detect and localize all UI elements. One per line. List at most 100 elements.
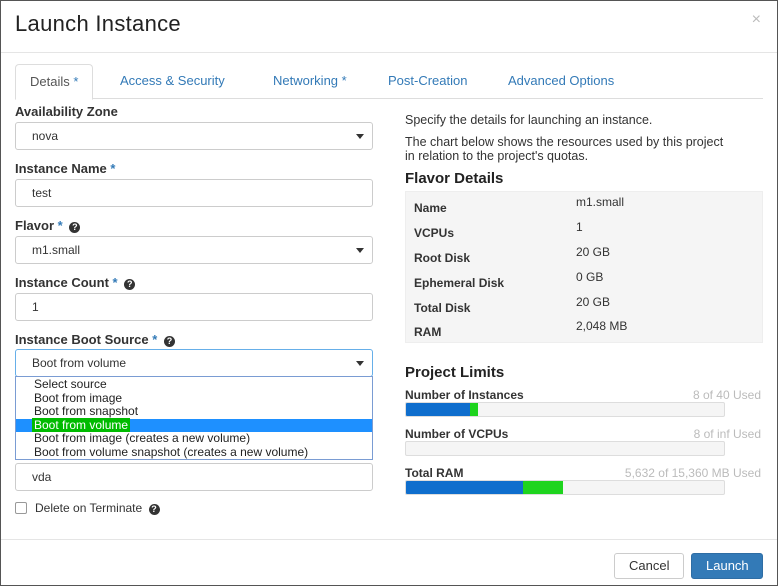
row-value: 1 <box>576 220 583 234</box>
tab-details[interactable]: Details * <box>15 64 94 100</box>
caret-down-icon <box>356 134 364 139</box>
delete-on-terminate-row: Delete on Terminate ? <box>15 501 160 515</box>
row-key: Total Disk <box>414 301 471 315</box>
dropdown-option[interactable]: Boot from image (creates a new volume) <box>16 432 372 446</box>
instance-count-label: Instance Count * ? <box>15 275 136 290</box>
table-row: Root Disk 20 GB <box>406 245 762 270</box>
question-circle-icon[interactable]: ? <box>124 279 136 290</box>
tab-label: Post-Creation <box>388 73 468 88</box>
delete-on-terminate-checkbox[interactable] <box>15 502 27 514</box>
required-marker: * <box>112 275 118 290</box>
launch-button[interactable]: Launch <box>691 553 763 579</box>
limit-vcpus-value: 8 of inf Used <box>693 427 761 441</box>
label-text: Instance Boot Source <box>15 332 149 347</box>
checkbox-label: Delete on Terminate <box>35 501 143 515</box>
dropdown-option[interactable]: Boot from snapshot <box>16 405 372 419</box>
label-text: Instance Count <box>15 275 109 290</box>
limit-ram-bar <box>405 480 725 495</box>
label-text: Availability Zone <box>15 104 118 119</box>
launch-instance-modal: Launch Instance × Details * Access & Sec… <box>0 0 778 586</box>
question-circle-icon[interactable]: ? <box>148 504 160 515</box>
bar-used <box>406 403 470 416</box>
instance-name-input[interactable]: test <box>15 179 373 207</box>
caret-down-icon <box>356 361 364 366</box>
row-value: m1.small <box>576 195 625 209</box>
tab-networking[interactable]: Networking * <box>259 64 361 99</box>
question-circle-icon[interactable]: ? <box>163 336 175 347</box>
instance-name-label: Instance Name * <box>15 161 115 176</box>
intro-text: Specify the details for launching an ins… <box>405 113 653 127</box>
limit-instances-bar <box>405 402 725 417</box>
tab-advanced-options[interactable]: Advanced Options <box>494 64 628 99</box>
limit-instances-label: Number of Instances <box>405 388 524 402</box>
row-key: VCPUs <box>414 226 455 240</box>
required-marker: * <box>57 218 63 233</box>
row-value: 20 GB <box>576 245 611 259</box>
row-value: 2,048 MB <box>576 319 628 333</box>
project-limits-title: Project Limits <box>405 364 505 381</box>
limit-instances-value: 8 of 40 Used <box>692 388 761 402</box>
table-row: RAM 2,048 MB <box>406 319 762 344</box>
availability-zone-label: Availability Zone <box>15 104 118 119</box>
required-marker: * <box>341 73 347 88</box>
modal-footer: Cancel Launch <box>1 539 777 586</box>
tab-label: Advanced Options <box>508 73 615 88</box>
row-value: 0 GB <box>576 270 604 284</box>
table-row: VCPUs 1 <box>406 220 762 245</box>
limit-vcpus-label: Number of VCPUs <box>405 427 509 441</box>
boot-source-dropdown: Select source Boot from image Boot from … <box>15 376 373 460</box>
modal-title: Launch Instance <box>15 11 181 36</box>
limit-ram-label: Total RAM <box>405 466 464 480</box>
boot-source-select[interactable]: Boot from volume <box>15 349 373 377</box>
row-key: Name <box>414 201 447 215</box>
flavor-label: Flavor * ? <box>15 218 81 233</box>
table-row: Total Disk 20 GB <box>406 295 762 320</box>
flavor-details-title: Flavor Details <box>405 170 504 187</box>
select-value: m1.small <box>32 243 81 257</box>
flavor-details-table: Name m1.small VCPUs 1 Root Disk 20 GB Ep… <box>405 191 763 343</box>
input-value: test <box>32 186 52 200</box>
dropdown-option[interactable]: Boot from volume snapshot (creates a new… <box>16 445 372 460</box>
dropdown-option[interactable]: Boot from image <box>16 391 372 406</box>
table-row: Ephemeral Disk 0 GB <box>406 270 762 295</box>
tab-label: Networking <box>273 73 339 88</box>
tab-label: Access & Security <box>120 73 225 88</box>
tab-bar: Details * Access & Security Networking *… <box>15 64 763 100</box>
modal-header: Launch Instance × <box>1 1 777 53</box>
dropdown-option[interactable]: Select source <box>16 378 372 392</box>
limit-vcpus-bar <box>405 441 725 456</box>
caret-down-icon <box>356 248 364 253</box>
bar-used <box>406 481 523 494</box>
row-key: Root Disk <box>414 251 471 265</box>
required-marker: * <box>73 74 79 89</box>
select-value: Boot from volume <box>32 356 127 370</box>
close-icon[interactable]: × <box>752 11 761 29</box>
chart-note-line2: in relation to the project's quotas. <box>405 149 589 163</box>
chart-note-line1: The chart below shows the resources used… <box>405 135 724 149</box>
dropdown-option-selected[interactable]: Boot from volume <box>16 417 372 432</box>
device-name-input[interactable]: vda <box>15 463 373 491</box>
row-key: RAM <box>414 325 442 339</box>
boot-source-label: Instance Boot Source * ? <box>15 332 175 347</box>
tab-label: Details <box>30 74 70 89</box>
availability-zone-select[interactable]: nova <box>15 122 373 150</box>
select-value: nova <box>32 129 59 143</box>
input-value: vda <box>32 470 52 484</box>
question-circle-icon[interactable]: ? <box>69 222 81 233</box>
instance-count-input[interactable]: 1 <box>15 293 373 321</box>
tab-access-security[interactable]: Access & Security <box>106 64 239 99</box>
row-key: Ephemeral Disk <box>414 276 505 290</box>
label-text: Instance Name <box>15 161 107 176</box>
required-marker: * <box>110 161 116 176</box>
bar-added <box>522 481 564 494</box>
input-value: 1 <box>32 300 39 314</box>
table-row: Name m1.small <box>406 195 762 220</box>
bar-added <box>469 403 478 416</box>
limit-ram-value: 5,632 of 15,360 MB Used <box>624 466 761 480</box>
cancel-button[interactable]: Cancel <box>614 553 684 579</box>
label-text: Flavor <box>15 218 55 233</box>
required-marker: * <box>152 332 158 347</box>
tab-post-creation[interactable]: Post-Creation <box>374 64 481 99</box>
flavor-select[interactable]: m1.small <box>15 236 373 264</box>
row-value: 20 GB <box>576 295 611 309</box>
